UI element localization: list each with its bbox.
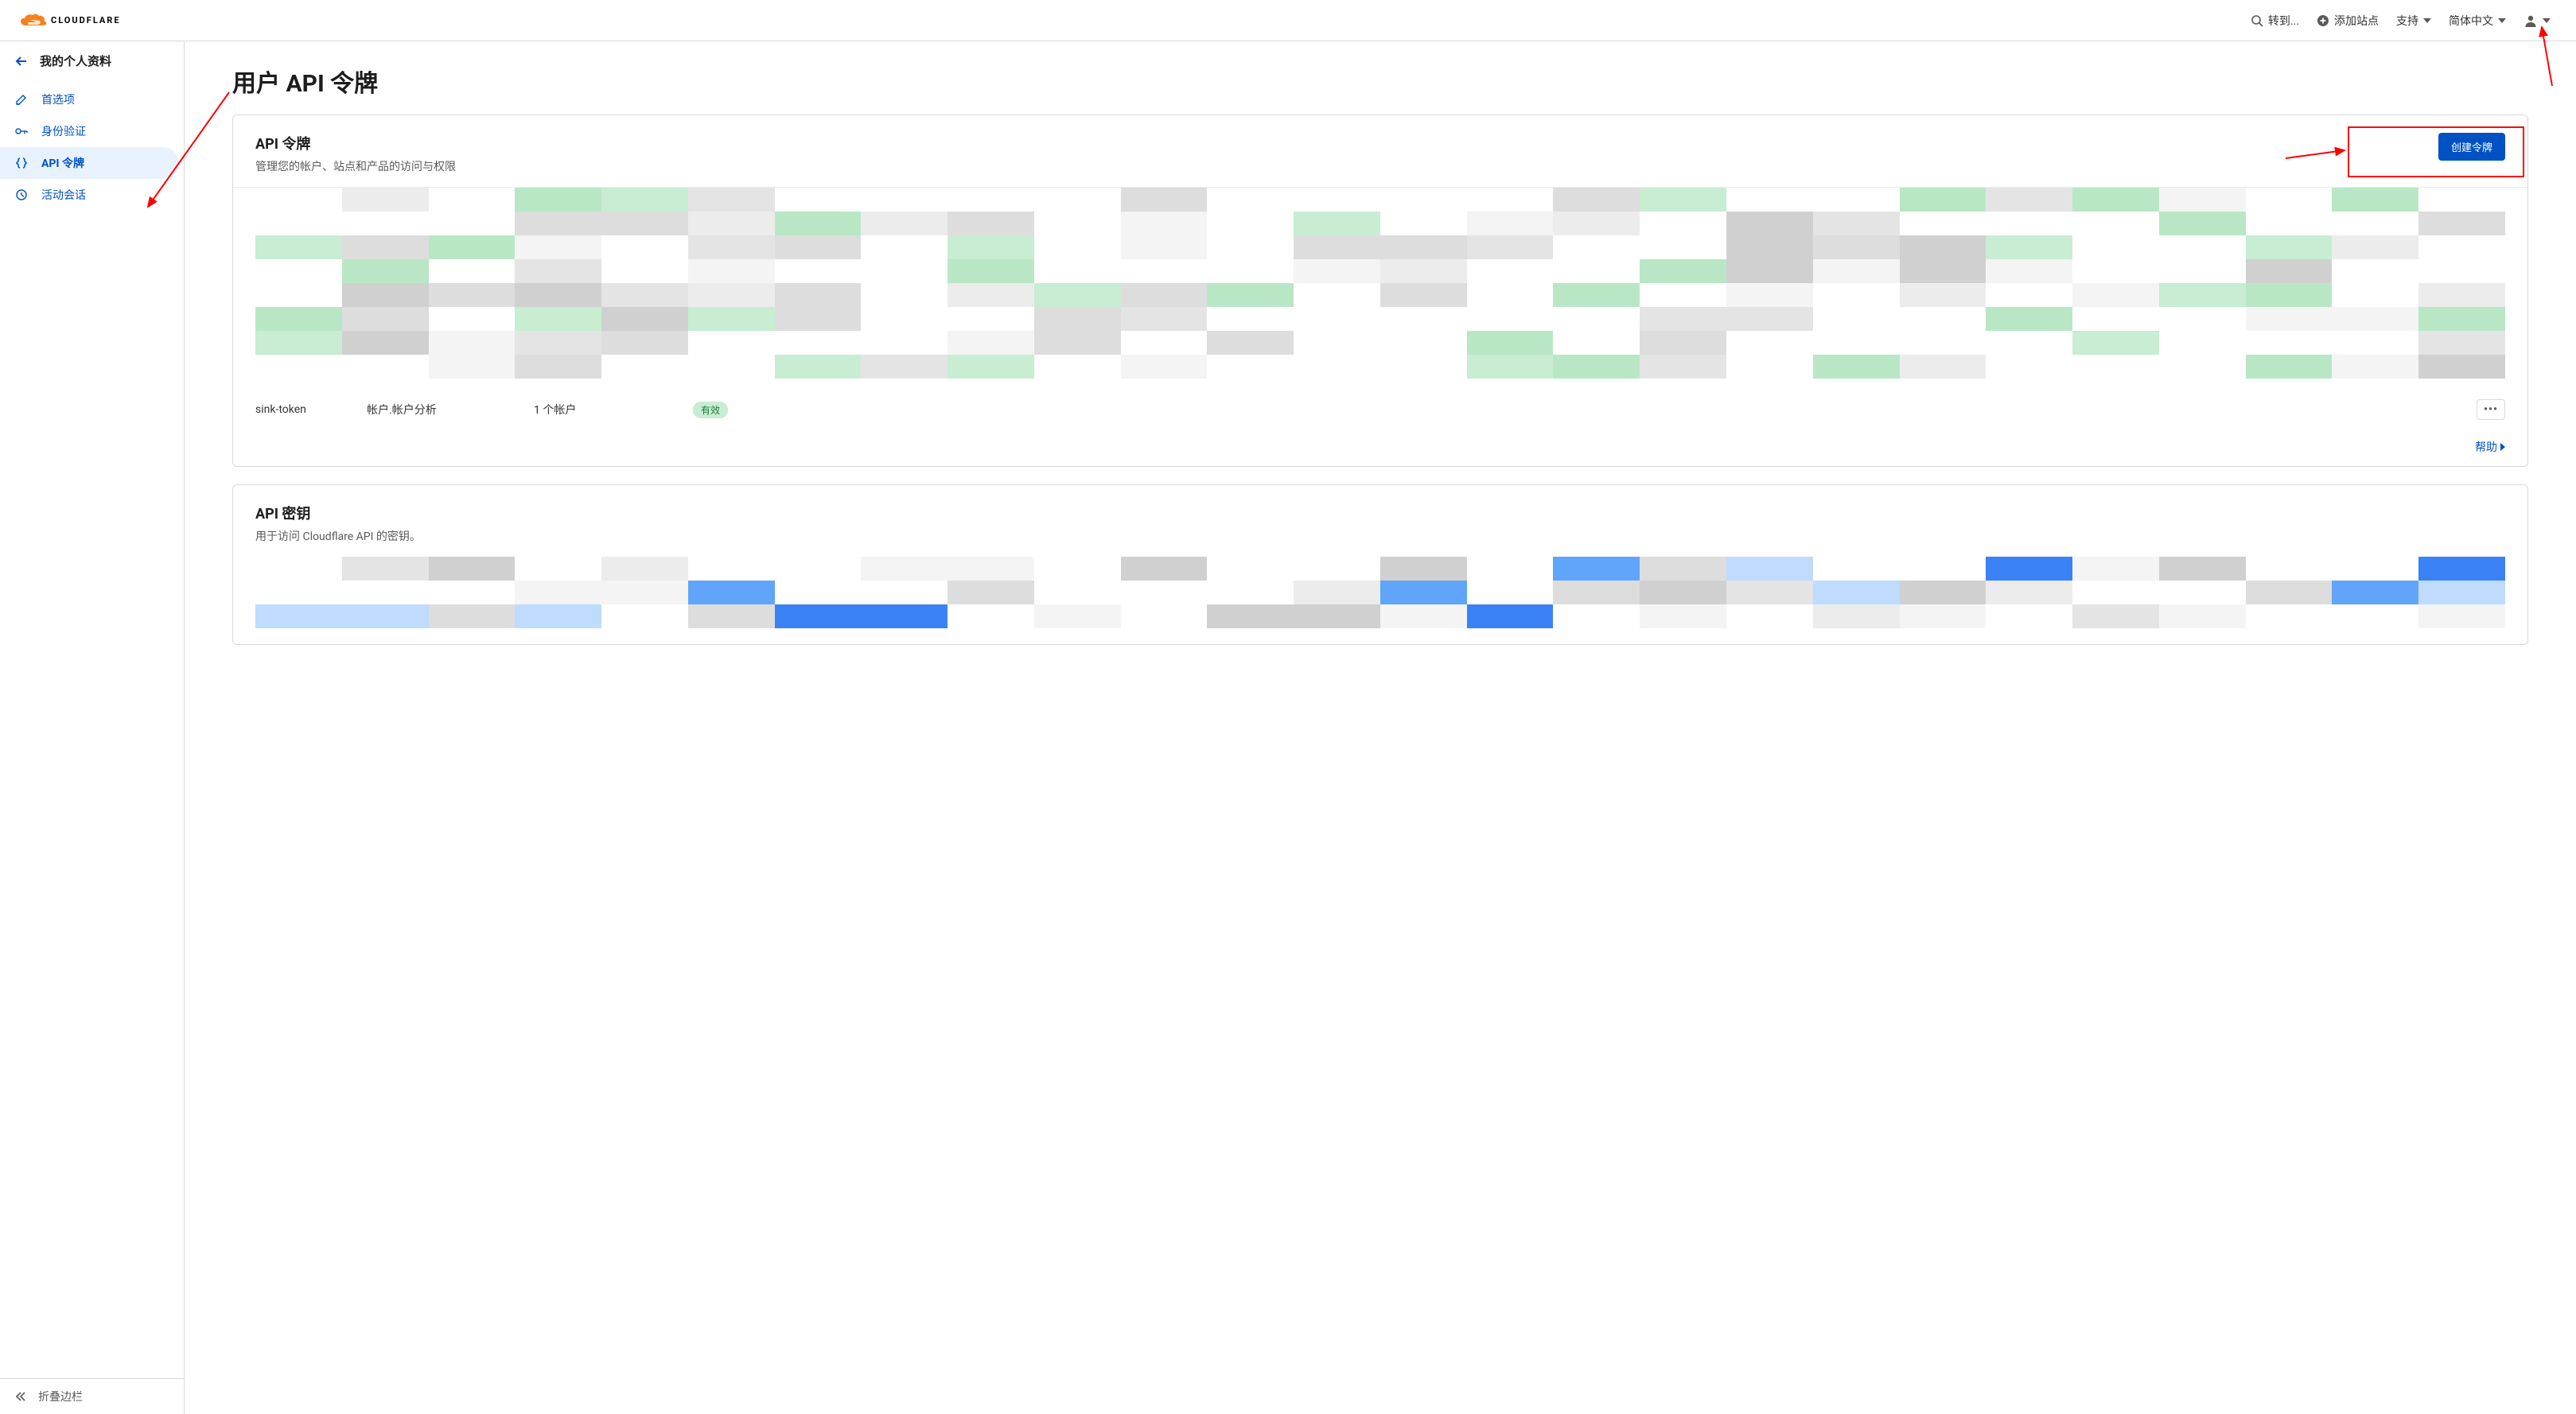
token-permissions: 帐户.帐户分析 [367, 402, 534, 418]
sidebar-item-label: API 令牌 [41, 155, 84, 171]
sidebar-item-preferences[interactable]: 首选项 [0, 84, 184, 115]
caret-down-icon [2498, 18, 2506, 23]
add-site-label: 添加站点 [2334, 13, 2379, 29]
caret-down-icon [2423, 18, 2431, 23]
main-content: 用户 API 令牌 API 令牌 管理您的帐户、站点和产品的访问与权限 创建令牌 [185, 41, 2576, 1414]
redacted-tokens-area [255, 188, 2505, 391]
logo[interactable]: CLOUDFLARE [18, 11, 121, 30]
language-menu[interactable]: 简体中文 [2449, 13, 2506, 29]
user-menu[interactable] [2523, 14, 2551, 28]
page-title: 用户 API 令牌 [232, 64, 2528, 99]
sidebar-item-auth[interactable]: 身份验证 [0, 115, 184, 147]
user-avatar-icon [2523, 14, 2538, 28]
add-site[interactable]: 添加站点 [2317, 13, 2379, 29]
header-right: 转到... 添加站点 支持 简体中文 [2251, 13, 2551, 29]
arrow-left-icon [14, 54, 29, 68]
collapse-sidebar[interactable]: 折叠边栏 [0, 1378, 184, 1414]
goto-label: 转到... [2268, 13, 2299, 29]
card-title: API 令牌 [255, 133, 456, 153]
redacted-keys-area [255, 557, 2505, 644]
card-header: API 密钥 用于访问 Cloudflare API 的密钥。 [233, 485, 2527, 557]
braces-icon [14, 156, 29, 170]
pencil-icon [14, 92, 29, 107]
help-label: 帮助 [2475, 439, 2497, 455]
support-menu[interactable]: 支持 [2396, 13, 2431, 29]
card-subtitle: 管理您的帐户、站点和产品的访问与权限 [255, 158, 456, 174]
status-badge: 有效 [693, 402, 728, 418]
sidebar-title: 我的个人资料 [40, 52, 111, 69]
cloudflare-cloud-icon [18, 11, 49, 30]
api-keys-card: API 密钥 用于访问 Cloudflare API 的密钥。 [232, 484, 2528, 645]
top-header: CLOUDFLARE 转到... 添加站点 支持 简体中文 [0, 0, 2576, 41]
support-label: 支持 [2396, 13, 2418, 29]
triangle-right-icon [2500, 443, 2505, 451]
logo-text: CLOUDFLARE [51, 15, 121, 25]
sidebar: 我的个人资料 首选项 身份验证 API 令牌 活动会话 [0, 41, 185, 1414]
card-title: API 密钥 [255, 503, 2505, 523]
card-header: API 令牌 管理您的帐户、站点和产品的访问与权限 创建令牌 [233, 115, 2527, 188]
help-link[interactable]: 帮助 [2475, 439, 2505, 455]
card-subtitle: 用于访问 Cloudflare API 的密钥。 [255, 528, 2505, 544]
chevrons-left-icon [14, 1390, 27, 1403]
token-row: sink-token 帐户.帐户分析 1 个帐户 有效 ••• [255, 391, 2505, 431]
caret-down-icon [2543, 18, 2551, 23]
sidebar-item-label: 首选项 [41, 91, 75, 107]
token-more-button[interactable]: ••• [2477, 399, 2505, 420]
goto-search[interactable]: 转到... [2251, 13, 2299, 29]
ellipsis-icon: ••• [2484, 403, 2498, 416]
sidebar-nav: 首选项 身份验证 API 令牌 活动会话 [0, 80, 184, 211]
key-icon [14, 124, 29, 138]
sidebar-item-label: 身份验证 [41, 123, 86, 139]
token-name: sink-token [255, 403, 367, 416]
sidebar-item-label: 活动会话 [41, 187, 86, 203]
create-token-button[interactable]: 创建令牌 [2438, 133, 2505, 161]
collapse-label: 折叠边栏 [38, 1389, 83, 1404]
language-label: 简体中文 [2449, 13, 2493, 29]
sidebar-item-api-tokens[interactable]: API 令牌 [0, 147, 179, 179]
plus-circle-icon [2317, 14, 2329, 27]
sidebar-item-sessions[interactable]: 活动会话 [0, 179, 184, 211]
search-icon [2251, 14, 2263, 27]
clock-icon [14, 188, 29, 202]
sidebar-back-header[interactable]: 我的个人资料 [0, 41, 184, 80]
api-tokens-card: API 令牌 管理您的帐户、站点和产品的访问与权限 创建令牌 sink-toke… [232, 115, 2528, 467]
token-accounts: 1 个帐户 [534, 402, 693, 418]
